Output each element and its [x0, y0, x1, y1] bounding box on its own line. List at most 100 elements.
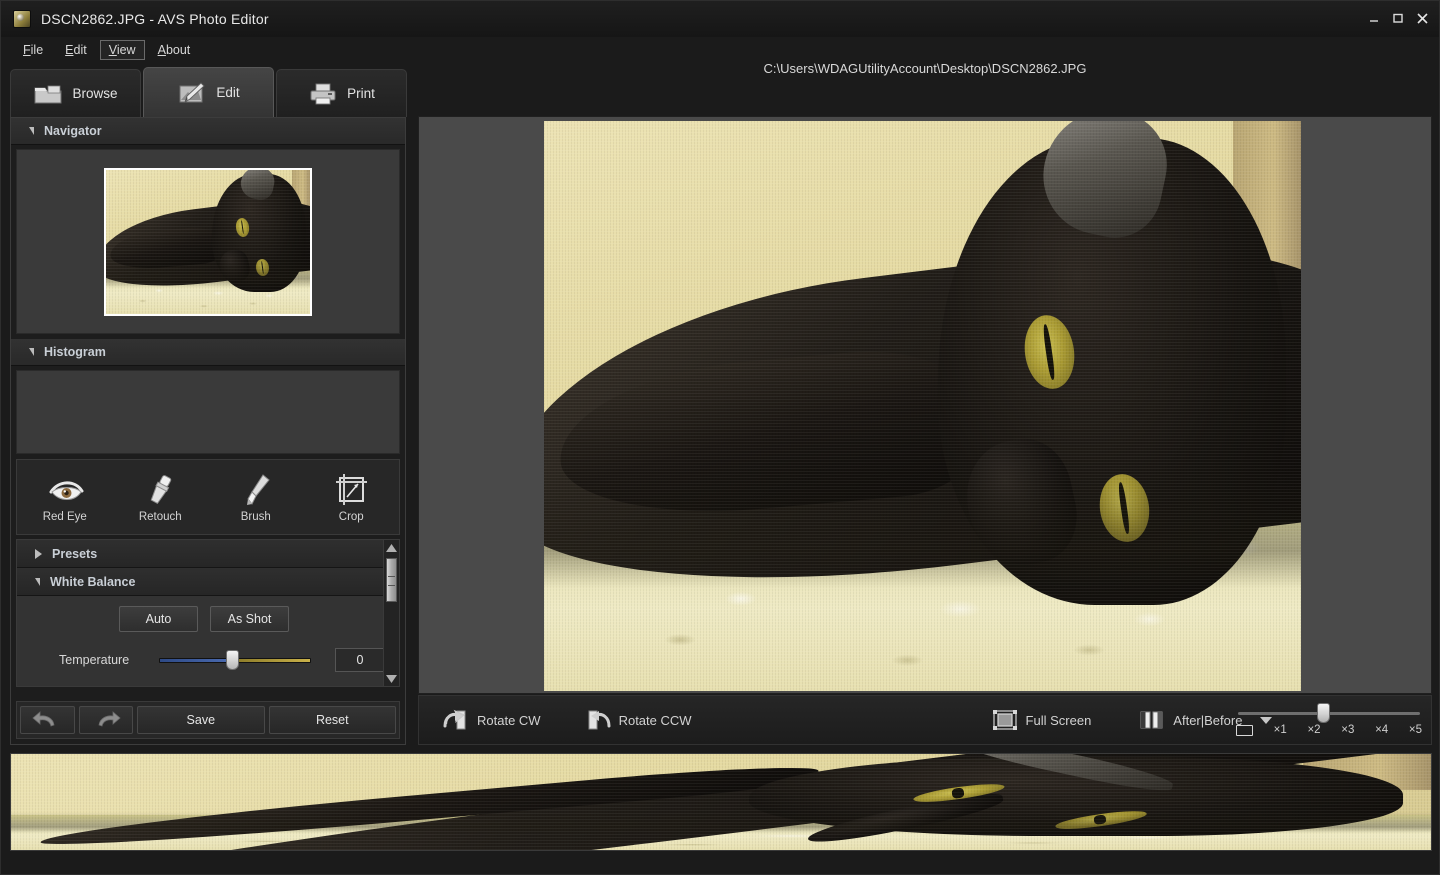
maximize-button[interactable] [1387, 7, 1409, 29]
menu-view-mnemonic: V [109, 43, 117, 57]
navigator-section-header[interactable]: Navigator [11, 118, 405, 145]
printer-icon [308, 81, 338, 107]
navigator-thumbnail [104, 168, 312, 316]
navigator-title: Navigator [44, 124, 102, 138]
save-button[interactable]: Save [137, 706, 264, 734]
tool-crop[interactable]: Crop [304, 472, 400, 523]
edit-action-bar: Save Reset [16, 701, 400, 739]
fit-to-window-icon[interactable] [1236, 725, 1253, 736]
rotate-ccw-icon [585, 708, 611, 732]
temperature-value-field[interactable]: 0 [335, 648, 385, 672]
menu-file-label: ile [31, 43, 44, 57]
zoom-slider-knob[interactable] [1317, 703, 1330, 723]
menu-about[interactable]: About [149, 40, 200, 60]
collapse-triangle-icon [29, 348, 34, 356]
menu-view[interactable]: View [100, 40, 145, 60]
rotate-ccw-button[interactable]: Rotate CCW [577, 703, 700, 737]
presets-section-header[interactable]: Presets [17, 540, 391, 568]
zoom-tick-x5[interactable]: ×5 [1409, 724, 1422, 736]
adjustments-scrollbar[interactable] [383, 539, 400, 687]
full-screen-icon [992, 708, 1018, 732]
minimize-button[interactable] [1363, 7, 1385, 29]
white-balance-as-shot-button[interactable]: As Shot [210, 606, 289, 632]
filmstrip-items [37, 754, 1405, 850]
expand-triangle-icon [35, 549, 42, 559]
temperature-row: Temperature 0 [17, 648, 391, 672]
photo-preview [544, 121, 1301, 691]
tool-crop-label: Crop [339, 511, 364, 523]
tab-browse[interactable]: Browse [10, 69, 141, 117]
zoom-tick-x3[interactable]: ×3 [1341, 724, 1354, 736]
filmstrip [10, 753, 1432, 851]
full-screen-label: Full Screen [1026, 713, 1092, 728]
window-controls [1363, 7, 1433, 29]
temperature-slider-knob[interactable] [226, 650, 239, 670]
after-before-split-icon [1139, 708, 1165, 732]
image-canvas[interactable] [418, 116, 1432, 694]
redo-arrow-icon [91, 711, 121, 729]
scrollbar-thumb[interactable] [386, 558, 397, 602]
zoom-tick-x4[interactable]: ×4 [1375, 724, 1388, 736]
tab-edit-label: Edit [216, 85, 239, 100]
navigator-preview[interactable] [16, 149, 400, 334]
white-balance-body: Auto As Shot Temperature 0 [17, 596, 391, 686]
tab-edit[interactable]: Edit [143, 67, 274, 117]
histogram-section-header[interactable]: Histogram [11, 339, 405, 366]
zoom-tick-labels: ×1 ×2 ×3 ×4 ×5 [1236, 724, 1422, 736]
retouch-stamp-icon [140, 472, 180, 508]
rotate-cw-button[interactable]: Rotate CW [435, 703, 549, 737]
mode-tab-bar: Browse Edit Print [10, 67, 409, 117]
collapse-triangle-icon [35, 578, 40, 586]
scroll-down-arrow-icon[interactable] [384, 671, 399, 686]
undo-button[interactable] [20, 706, 75, 734]
menu-edit[interactable]: Edit [56, 40, 96, 60]
tool-brush-label: Brush [241, 511, 271, 523]
white-balance-buttons: Auto As Shot [17, 606, 391, 632]
undo-arrow-icon [32, 711, 62, 729]
close-button[interactable] [1411, 7, 1433, 29]
file-path-label: C:\Users\WDAGUtilityAccount\Desktop\DSCN… [418, 61, 1432, 76]
white-balance-section-header[interactable]: White Balance [17, 568, 391, 596]
tool-strip: Red Eye Retouch Brush [16, 459, 400, 535]
window-title: DSCN2862.JPG - AVS Photo Editor [41, 11, 269, 27]
tool-red-eye[interactable]: Red Eye [17, 472, 113, 523]
tool-retouch-label: Retouch [139, 511, 182, 523]
compare-mode-label: After|Before [1173, 713, 1242, 728]
zoom-control[interactable]: ×1 ×2 ×3 ×4 ×5 [1236, 700, 1422, 742]
menu-edit-mnemonic: E [65, 43, 73, 57]
temperature-slider[interactable] [159, 651, 311, 669]
white-balance-auto-button[interactable]: Auto [119, 606, 198, 632]
temperature-label: Temperature [59, 653, 159, 667]
histogram-plot [16, 370, 400, 454]
tool-retouch[interactable]: Retouch [113, 472, 209, 523]
menu-file[interactable]: File [14, 40, 52, 60]
tab-browse-label: Browse [72, 86, 117, 101]
reset-button[interactable]: Reset [269, 706, 396, 734]
zoom-tick-x1[interactable]: ×1 [1274, 724, 1287, 736]
menu-about-mnemonic: A [158, 43, 166, 57]
adjustments-list: Presets White Balance Auto As Shot Tempe… [16, 539, 392, 687]
menu-file-mnemonic: F [23, 43, 31, 57]
tool-red-eye-label: Red Eye [43, 511, 87, 523]
scroll-up-arrow-icon[interactable] [384, 540, 399, 555]
presets-title: Presets [52, 547, 97, 561]
collapse-triangle-icon [29, 127, 34, 135]
filmstrip-item[interactable] [58, 758, 146, 846]
full-screen-button[interactable]: Full Screen [984, 703, 1100, 737]
crop-icon [331, 472, 371, 508]
menu-about-label: bout [166, 43, 190, 57]
tab-print[interactable]: Print [276, 69, 407, 117]
rotate-cw-label: Rotate CW [477, 713, 541, 728]
redo-button[interactable] [79, 706, 134, 734]
white-balance-title: White Balance [50, 575, 135, 589]
zoom-tick-x2[interactable]: ×2 [1307, 724, 1320, 736]
title-bar: DSCN2862.JPG - AVS Photo Editor [1, 1, 1440, 37]
adjustments-area: Presets White Balance Auto As Shot Tempe… [16, 539, 400, 687]
image-toolbar: Rotate CW Rotate CCW Full Screen [418, 695, 1432, 745]
menu-edit-label: dit [74, 43, 87, 57]
filmstrip-thumbnail [63, 773, 141, 831]
menu-bar: File Edit View About [1, 37, 1440, 63]
tool-brush[interactable]: Brush [208, 472, 304, 523]
avs-photo-editor-window: DSCN2862.JPG - AVS Photo Editor File Edi… [0, 0, 1440, 875]
folder-icon [33, 81, 63, 107]
